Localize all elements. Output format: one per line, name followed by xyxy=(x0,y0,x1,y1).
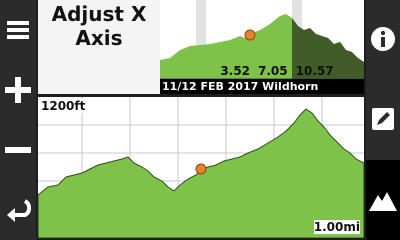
title-panel: Adjust X Axis xyxy=(38,0,160,94)
elevation-profile-chart[interactable]: 1200ft 1.00mi xyxy=(38,97,364,238)
info-icon xyxy=(371,27,395,51)
distance-scale-label: 1.00mi xyxy=(313,220,360,234)
zoom-out-button[interactable] xyxy=(0,120,36,180)
plus-icon xyxy=(5,77,31,103)
current-position-marker xyxy=(195,163,207,175)
overview-distance-labels: 3.52 7.05 10.57 xyxy=(190,64,364,78)
page-title: Adjust X Axis xyxy=(51,2,147,50)
edit-button[interactable] xyxy=(366,80,400,158)
elevation-scale-label: 1200ft xyxy=(41,99,86,113)
overview-position-marker xyxy=(244,29,256,41)
mountain-icon xyxy=(369,192,397,211)
right-toolbar xyxy=(366,0,400,240)
info-button[interactable] xyxy=(366,0,400,78)
back-arrow-icon xyxy=(7,199,31,222)
elevation-profile-plot xyxy=(38,97,364,238)
overview-distance-3: 10.57 xyxy=(295,64,334,78)
zoom-in-button[interactable] xyxy=(0,60,36,120)
back-button[interactable] xyxy=(0,180,36,240)
menu-button[interactable] xyxy=(0,0,36,60)
minus-icon xyxy=(5,147,31,153)
overview-distance-1: 3.52 xyxy=(220,64,251,78)
left-toolbar xyxy=(0,0,36,240)
activity-info-bar: 11/12 FEB 2017 Wildhorn xyxy=(160,79,364,94)
edit-icon xyxy=(372,108,394,130)
overview-profile[interactable]: 3.52 7.05 10.57 11/12 FEB 2017 Wildhorn xyxy=(160,0,364,94)
menu-icon xyxy=(7,21,29,39)
elevation-plot-button[interactable] xyxy=(366,160,400,240)
overview-distance-2: 7.05 xyxy=(258,64,288,78)
